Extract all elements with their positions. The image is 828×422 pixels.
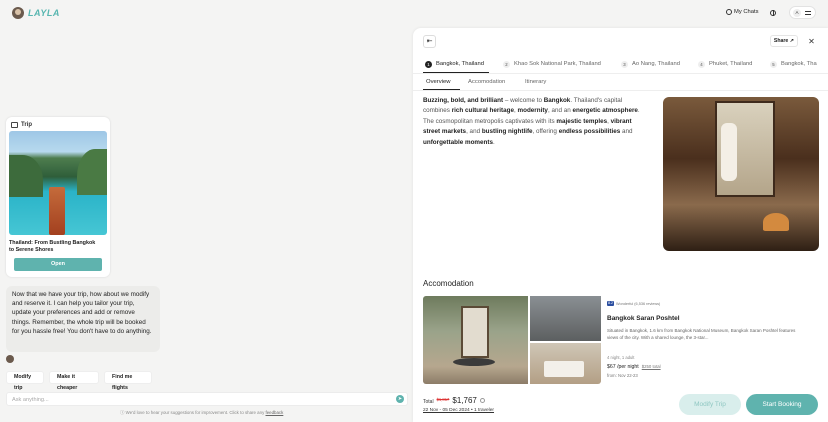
chat-input-box: ➤ <box>6 392 408 406</box>
trip-panel: ⇤ Share ↗ ✕ 1 Bangkok, Thailand 2 Khao S… <box>413 28 828 422</box>
discounted-price: $1,767 <box>452 396 477 405</box>
suggestion-modify-trip[interactable]: Modify trip <box>6 371 44 391</box>
open-trip-button[interactable]: Open <box>14 258 102 271</box>
cliff-shape <box>77 149 107 195</box>
close-icon[interactable]: ✕ <box>805 35 818 48</box>
destination-tab-3[interactable]: 3 Ao Nang, Thailand <box>621 58 680 70</box>
destination-number: 4 <box>698 60 705 68</box>
destination-photo <box>663 97 819 251</box>
feedback-text: We'd love to hear your suggestions for i… <box>125 410 265 415</box>
start-booking-button[interactable]: Start Booking <box>746 394 818 415</box>
destination-number: 1 <box>425 60 432 68</box>
menu-icon <box>805 11 811 15</box>
suggestion-make-cheaper[interactable]: Make it cheaper <box>49 371 99 391</box>
collapse-panel-icon[interactable]: ⇤ <box>423 35 436 48</box>
trip-card-heading-label: Trip <box>21 122 33 128</box>
trip-dates[interactable]: 22 Nov - 05 Dec 2024 • 1 traveler <box>423 408 494 413</box>
hotel-dates: from: Nov 22-23 <box>607 373 638 378</box>
assistant-message: Now that we have your trip, how about we… <box>6 286 160 352</box>
destination-tab-1[interactable]: 1 Bangkok, Thailand <box>425 58 484 70</box>
trip-total: Total $1,817 $1,767 <box>423 396 485 405</box>
my-chats-label: My Chats <box>734 9 759 15</box>
figure-shape <box>721 123 737 181</box>
share-label: Share <box>773 38 789 44</box>
assistant-avatar <box>6 355 14 363</box>
destination-label: Phuket, Thailand <box>709 61 753 67</box>
destination-label: Bangkok, Tha <box>781 61 817 67</box>
chat-bubble-icon <box>726 9 732 15</box>
feedback-note: ⓘ We'd love to hear your suggestions for… <box>120 410 283 416</box>
hotel-photo-main[interactable] <box>423 296 528 384</box>
destination-number: 3 <box>621 60 628 68</box>
cliff-shape <box>9 155 43 197</box>
rating-badge: 8.2 <box>607 301 614 306</box>
info-icon[interactable] <box>479 398 485 403</box>
brand-logo[interactable]: LAYLA <box>28 8 60 18</box>
user-menu-button[interactable]: A <box>789 6 816 19</box>
trip-card-heading: Trip <box>11 122 32 128</box>
accommodation-heading: Accomodation <box>423 279 474 288</box>
destination-tab-5[interactable]: 5 Bangkok, Tha <box>770 58 817 70</box>
longtail-boat-shape <box>49 187 65 235</box>
avatar: A <box>793 9 801 17</box>
destination-label: Bangkok, Thailand <box>436 61 484 67</box>
tab-accommodation[interactable]: Accomodation <box>468 75 505 89</box>
hotel-photo-secondary[interactable] <box>530 296 601 341</box>
my-chats-button[interactable]: My Chats <box>726 9 758 15</box>
divider <box>413 90 828 91</box>
price-total: $250 total <box>641 364 661 369</box>
table-shape <box>453 358 495 366</box>
destination-label: Ao Nang, Thailand <box>632 61 680 67</box>
destination-label: Khao Sok National Park, Thailand <box>514 61 601 67</box>
brand-avatar[interactable] <box>12 7 24 19</box>
rating-text: Wonderful (6,536 reviews) <box>616 301 661 306</box>
hotel-stay-info: 4 night, 1 adult <box>607 355 635 360</box>
globe-icon[interactable] <box>770 10 776 16</box>
door-shape <box>461 306 489 358</box>
destination-number: 5 <box>770 60 777 68</box>
hotel-price: $67 /per night $250 total <box>607 364 661 370</box>
suggestion-find-flights[interactable]: Find me flights <box>104 371 152 391</box>
hotel-name[interactable]: Bangkok Saran Poshtel <box>607 315 680 322</box>
trip-card-title: Thailand: From Bustling Bangkok to Seren… <box>9 240 96 253</box>
trip-cover-photo <box>9 131 107 235</box>
hotel-rating: 8.2 Wonderful (6,536 reviews) <box>607 301 660 306</box>
total-label: Total <box>423 399 434 405</box>
tab-itinerary[interactable]: Itinerary <box>525 75 546 89</box>
hotel-description: Situated in Bangkok, 1.6 km from Bangkok… <box>607 328 796 340</box>
share-button[interactable]: Share ↗ <box>770 35 798 47</box>
price-per-night: $67 /per night <box>607 364 639 370</box>
destination-overview: Buzzing, bold, and brilliant – welcome t… <box>423 97 640 146</box>
destination-number: 2 <box>503 60 510 68</box>
top-bar: LAYLA My Chats A <box>0 0 828 26</box>
send-button[interactable]: ➤ <box>396 395 404 403</box>
lamp-shape <box>763 213 789 231</box>
tab-overview[interactable]: Overview <box>426 75 451 89</box>
original-price: $1,817 <box>436 397 450 402</box>
destination-tab-2[interactable]: 2 Khao Sok National Park, Thailand <box>503 58 601 70</box>
bed-shape <box>544 361 584 377</box>
hotel-photo-room[interactable] <box>530 343 601 384</box>
suitcase-icon <box>11 122 18 128</box>
feedback-link[interactable]: feedback <box>266 410 284 415</box>
destination-tab-4[interactable]: 4 Phuket, Thailand <box>698 58 752 70</box>
chat-input[interactable] <box>12 395 382 404</box>
divider <box>413 73 828 74</box>
modify-trip-button[interactable]: Modify Trip <box>679 394 741 415</box>
